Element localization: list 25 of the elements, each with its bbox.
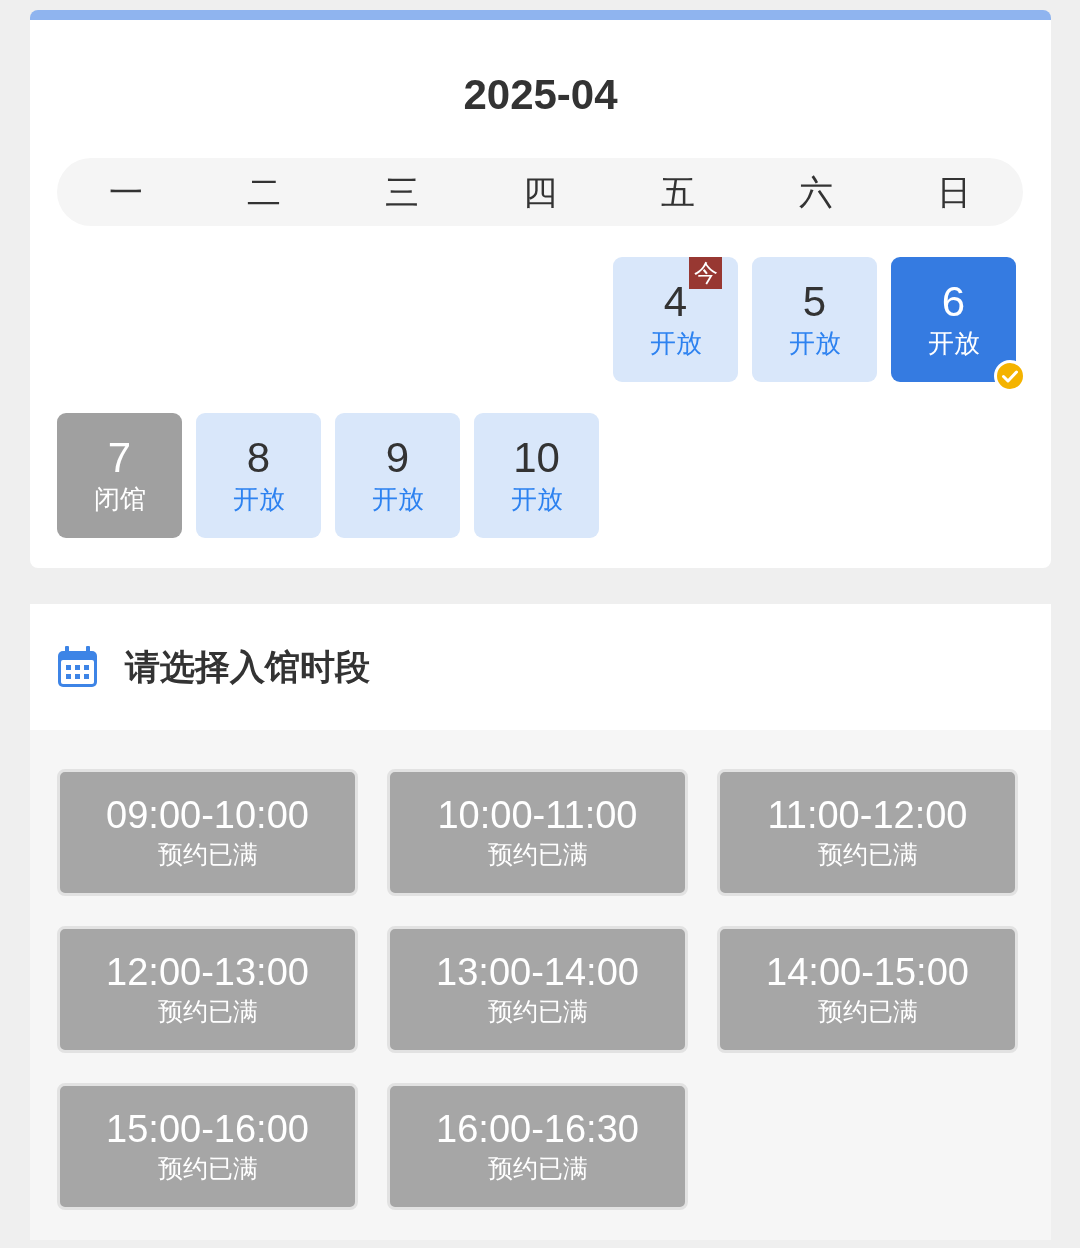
weekday-label: 四 — [522, 170, 558, 214]
time-slot-button[interactable]: 15:00-16:00 预约已满 — [57, 1083, 358, 1211]
calendar-icon — [57, 646, 98, 689]
time-slot-button[interactable]: 12:00-13:00 预约已满 — [57, 926, 358, 1054]
time-slot-button[interactable]: 10:00-11:00 预约已满 — [387, 769, 688, 897]
today-badge: 今 — [689, 257, 722, 290]
section-title: 请选择入馆时段 — [125, 646, 370, 690]
time-slot-button[interactable]: 16:00-16:30 预约已满 — [387, 1083, 688, 1211]
weekday-label: 日 — [936, 170, 972, 214]
day-cell[interactable]: 5 开放 — [752, 257, 877, 383]
day-cell[interactable]: 10 开放 — [474, 413, 599, 539]
day-cell[interactable]: 9 开放 — [335, 413, 460, 539]
day-cell[interactable]: 8 开放 — [196, 413, 321, 539]
weekday-label: 二 — [246, 170, 282, 214]
day-cell[interactable]: 6 开放 — [891, 257, 1016, 383]
time-slot-button[interactable]: 09:00-10:00 预约已满 — [57, 769, 358, 897]
month-title: 2025-04 — [462, 70, 619, 120]
weekday-label: 一 — [108, 170, 144, 214]
weekday-label: 六 — [798, 170, 834, 214]
weekday-label: 五 — [660, 170, 696, 214]
time-slot-button[interactable]: 11:00-12:00 预约已满 — [717, 769, 1018, 897]
weekday-label: 三 — [384, 170, 420, 214]
time-slot-button[interactable]: 14:00-15:00 预约已满 — [717, 926, 1018, 1054]
time-slot-button[interactable]: 13:00-14:00 预约已满 — [387, 926, 688, 1054]
day-cell[interactable]: 7 闭馆 — [57, 413, 182, 539]
